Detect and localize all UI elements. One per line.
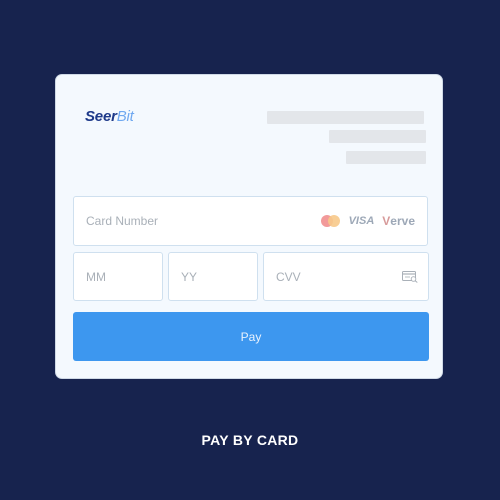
visa-icon: VISA <box>348 215 375 227</box>
placeholder-bar-3 <box>346 151 426 164</box>
placeholder-bar-1 <box>267 111 424 124</box>
logo-bit-text: Bit <box>116 108 134 125</box>
card-brand-icons: VISA Verve <box>320 214 415 228</box>
card-number-field[interactable]: Card Number VISA Verve <box>73 196 428 246</box>
payment-card: SeerBit Card Number VISA Verve MM YY CVV <box>55 74 443 379</box>
cvv-placeholder: CVV <box>276 269 301 284</box>
expiry-month-field[interactable]: MM <box>73 252 163 301</box>
pay-button[interactable]: Pay <box>73 312 429 361</box>
cvv-card-icon <box>402 270 418 283</box>
card-number-placeholder: Card Number <box>86 214 159 228</box>
placeholder-bar-2 <box>329 130 426 143</box>
verve-v-text: V <box>382 214 391 228</box>
verve-rest-text: erve <box>390 214 415 228</box>
pay-by-card-caption: PAY BY CARD <box>201 432 299 448</box>
mastercard-icon <box>320 214 341 228</box>
month-placeholder: MM <box>86 269 106 284</box>
seerbit-logo: SeerBit <box>85 108 134 125</box>
logo-seer-text: Seer <box>85 108 117 125</box>
verve-icon: Verve <box>382 214 415 228</box>
expiry-year-field[interactable]: YY <box>168 252 258 301</box>
year-placeholder: YY <box>181 269 198 284</box>
cvv-field[interactable]: CVV <box>263 252 429 301</box>
